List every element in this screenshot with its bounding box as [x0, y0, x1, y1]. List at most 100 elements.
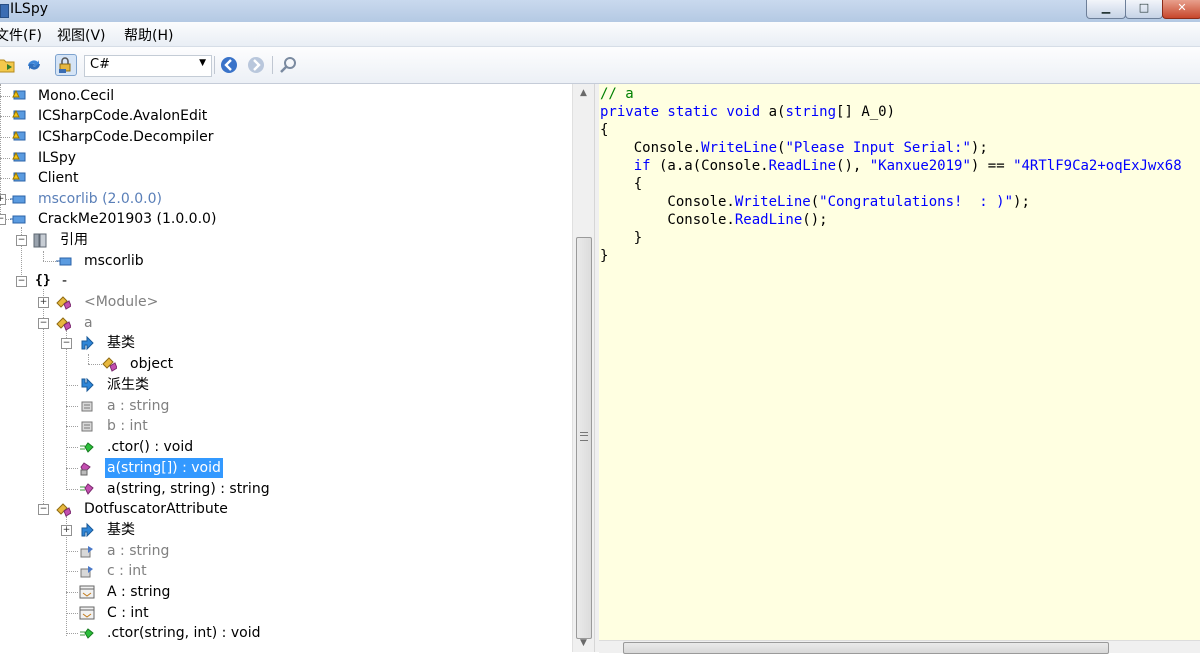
open-folder-icon — [0, 59, 15, 73]
tree-item-label: ICSharpCode.AvalonEdit — [38, 108, 208, 124]
code-line: Console.WriteLine("Please Input Serial:"… — [600, 140, 988, 156]
tree-item-label: Client — [38, 170, 79, 186]
maximize-button[interactable]: □ — [1125, 0, 1163, 19]
expand-icon[interactable]: + — [38, 297, 49, 308]
tree-item-label: Mono.Cecil — [38, 88, 115, 104]
tree-item-label: mscorlib (2.0.0.0) — [38, 191, 162, 207]
tree-item-label: a(string, string) : string — [107, 481, 270, 497]
scrollbar-thumb[interactable] — [576, 237, 592, 639]
tree-item-label: C : int — [107, 605, 149, 621]
tree-item-label: a — [84, 315, 93, 331]
language-dropdown[interactable]: C# ▼ — [84, 55, 212, 77]
back-arrow-icon — [221, 57, 237, 73]
assembly-reference-icon — [56, 257, 72, 266]
scroll-up-icon[interactable]: ▲ — [573, 84, 594, 102]
class-icon — [56, 317, 71, 331]
namespace-icon: {} — [35, 273, 51, 288]
collapse-icon[interactable]: − — [16, 276, 27, 287]
assembly-warning-icon — [12, 151, 26, 162]
minimize-icon: ▁ — [1101, 1, 1111, 14]
tree-item-label: DotfuscatorAttribute — [84, 501, 228, 517]
collapse-icon[interactable]: − — [38, 504, 49, 515]
tree-item-label: 引用 — [60, 232, 88, 248]
language-value: C# — [90, 57, 110, 72]
class-icon — [102, 357, 117, 372]
back-button[interactable] — [218, 54, 240, 76]
tree-item-label: a : string — [107, 398, 170, 414]
tree-line — [66, 330, 67, 490]
scroll-down-icon[interactable]: ▼ — [573, 634, 594, 652]
tree-item-label: object — [130, 356, 174, 372]
code-line: // a — [600, 86, 634, 102]
assembly-warning-icon — [12, 171, 26, 182]
scrollbar-thumb[interactable] — [623, 642, 1109, 654]
tree-line — [0, 158, 10, 159]
show-internal-button[interactable] — [55, 54, 77, 76]
tree-item-label: 基类 — [107, 522, 135, 538]
app-icon — [0, 4, 9, 18]
tree-item-label: a : string — [107, 543, 170, 559]
code-line: } — [600, 230, 643, 246]
private-field-icon — [81, 401, 93, 412]
tree-line — [66, 385, 78, 386]
tree-item-label: A : string — [107, 584, 171, 600]
collapse-icon[interactable]: − — [38, 318, 49, 329]
maximize-icon: □ — [1138, 1, 1150, 14]
tree-line — [66, 571, 78, 572]
refresh-icon — [28, 60, 40, 70]
tree-line — [88, 354, 89, 364]
menu-file[interactable]: 文件(F) — [0, 25, 42, 45]
assembly-lock-icon — [59, 57, 71, 73]
tree-item-label: .ctor(string, int) : void — [107, 625, 261, 641]
forward-button[interactable] — [245, 54, 267, 76]
tree-line — [43, 251, 44, 261]
collapse-icon[interactable]: − — [16, 235, 27, 246]
tree-item-label: ILSpy — [38, 150, 76, 166]
private-field-icon — [80, 546, 93, 558]
code-horizontal-scrollbar[interactable] — [599, 640, 1200, 654]
static-method-icon — [80, 483, 94, 495]
tree-line — [66, 406, 78, 407]
tree-item-label: .ctor() : void — [107, 439, 194, 455]
code-line: private static void a(string[] A_0) — [600, 104, 896, 120]
tree-line — [0, 96, 10, 97]
reload-button[interactable] — [23, 54, 45, 76]
tree-line — [66, 489, 78, 490]
private-method-icon — [80, 462, 91, 476]
class-icon — [56, 503, 71, 517]
tree-line — [0, 178, 10, 179]
tree-line — [66, 468, 78, 469]
assembly-icon — [10, 215, 26, 224]
assembly-warning-icon — [12, 130, 26, 141]
collapse-icon[interactable]: − — [61, 338, 72, 349]
tree-item-label: a(string[]) : void — [105, 458, 223, 478]
assembly-icon — [10, 195, 26, 204]
search-icon — [280, 57, 296, 73]
tree-item-label: b : int — [107, 418, 148, 434]
base-type-arrow-icon — [81, 522, 94, 538]
decompiled-code-view[interactable]: // a private static void a(string[] A_0)… — [599, 84, 1200, 640]
code-line: { — [600, 176, 643, 192]
tree-line — [88, 364, 102, 365]
tree-line — [0, 116, 10, 117]
property-icon — [79, 585, 95, 599]
tree-item-label: c : int — [107, 563, 147, 579]
menu-view[interactable]: 视图(V) — [57, 25, 106, 45]
menu-help[interactable]: 帮助(H) — [124, 25, 173, 45]
tree-item-label: 派生类 — [107, 377, 149, 393]
open-button[interactable] — [0, 54, 18, 76]
minimize-button[interactable]: ▁ — [1086, 0, 1126, 19]
close-button[interactable]: ✕ — [1162, 0, 1200, 19]
toolbar-separator — [214, 56, 215, 74]
constructor-icon — [80, 628, 94, 639]
assembly-warning-icon — [12, 89, 26, 100]
tree-scrollbar[interactable]: ▲ ▼ — [572, 84, 594, 652]
constructor-icon — [80, 442, 94, 453]
tree-line — [66, 551, 78, 552]
derived-type-arrow-icon — [81, 377, 94, 393]
toolbar-separator — [272, 56, 273, 74]
expand-icon[interactable]: + — [61, 525, 72, 536]
title-bar: ILSpy ▁ □ ✕ — [0, 0, 1200, 22]
search-button[interactable] — [278, 54, 300, 76]
code-line: Console.WriteLine("Congratulations! : )"… — [600, 194, 1030, 210]
